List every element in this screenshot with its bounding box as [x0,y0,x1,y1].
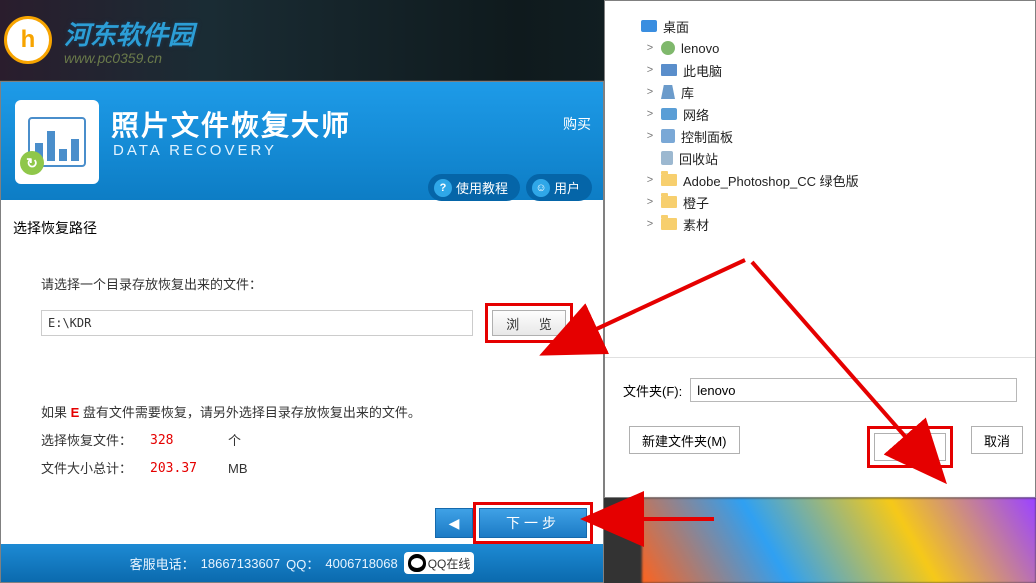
tree-node[interactable]: > 网络 [619,103,1023,125]
pc-icon [661,64,677,76]
back-button[interactable]: ◀ [435,508,473,538]
tutorial-label: 使用教程 [456,178,508,197]
browse-button[interactable]: 浏 览 [492,310,566,336]
tree-label: 素材 [683,215,709,234]
tree-node[interactable]: 桌面 [619,15,1023,37]
qq-number: 4006718068 [325,556,397,571]
tree-label: lenovo [681,41,719,56]
folder-tree[interactable]: 桌面>lenovo>此电脑>库>网络>控制面板回收站>Adobe_Photosh… [605,1,1035,349]
user-icon [661,41,675,55]
tree-label: 此电脑 [683,61,722,80]
path-prompt: 请选择一个目录存放恢复出来的文件： [41,274,591,293]
tree-node[interactable]: > 此电脑 [619,59,1023,81]
expand-icon[interactable]: > [645,130,655,142]
recovery-app-window: ↻ 照片文件恢复大师 DATA RECOVERY 购买 ? 使用教程 ☺ 用户 … [0,81,604,583]
expand-icon[interactable]: > [645,174,655,186]
expand-icon[interactable]: > [645,218,655,230]
browse-highlight: 浏 览 [485,303,573,343]
expand-icon[interactable]: > [645,42,655,54]
files-count-row: 选择恢复文件： 328 个 [41,427,579,455]
app-header: ↻ 照片文件恢复大师 DATA RECOVERY 购买 ? 使用教程 ☺ 用户 [1,82,603,200]
user-icon: ☺ [532,179,550,197]
tree-label: 控制面板 [681,127,733,146]
expand-icon[interactable]: > [645,108,655,120]
logo-icon: h [4,16,52,64]
tree-label: 网络 [683,105,709,124]
qq-online-badge[interactable]: QQ在线 [404,552,475,574]
tree-label: 桌面 [663,17,689,36]
site-name: 河东软件园 [64,15,194,52]
lib-icon [661,85,675,99]
ok-highlight: 确定 [867,426,953,468]
app-subtitle: DATA RECOVERY [113,142,277,159]
site-logo: h 河东软件园 www.pc0359.cn [4,15,194,66]
cancel-button[interactable]: 取消 [971,426,1023,454]
help-icon: ? [434,179,452,197]
new-folder-button[interactable]: 新建文件夹(M) [629,426,740,454]
next-highlight: 下一步 [473,502,593,544]
tree-node[interactable]: > 控制面板 [619,125,1023,147]
status-bar: 客服电话： 18667133607 QQ： 4006718068 QQ在线 [1,544,603,582]
net-icon [661,108,677,120]
site-url: www.pc0359.cn [64,50,194,66]
bin-icon [661,151,673,165]
folder-field-label: 文件夹(F): [623,381,682,400]
app-logo-icon: ↻ [15,100,99,184]
hotline-number: 18667133607 [201,556,281,571]
expand-icon[interactable]: > [645,196,655,208]
tree-node[interactable]: >库 [619,81,1023,103]
buy-link[interactable]: 购买 [563,114,591,134]
user-button[interactable]: ☺ 用户 [526,174,592,201]
folder-icon [661,174,677,186]
expand-icon[interactable]: > [645,64,655,76]
tree-label: 库 [681,83,694,102]
tree-node[interactable]: > 橙子 [619,191,1023,213]
next-button[interactable]: 下一步 [479,508,587,538]
tutorial-button[interactable]: ? 使用教程 [428,174,520,201]
tree-label: 橙子 [683,193,709,212]
tree-node[interactable]: > lenovo [619,37,1023,59]
tree-label: 回收站 [679,149,718,168]
folder-icon [661,218,677,230]
folder-icon [661,196,677,208]
desk-icon [641,20,657,32]
refresh-icon: ↻ [20,151,44,175]
tree-node[interactable]: > Adobe_Photoshop_CC 绿色版 [619,169,1023,191]
user-label: 用户 [554,178,580,197]
tree-label: Adobe_Photoshop_CC 绿色版 [683,171,859,190]
section-title: 选择恢复路径 [13,218,591,238]
cp-icon [661,129,675,143]
warning-text: 如果 E 盘有文件需要恢复，请另外选择目录存放恢复出来的文件。 [41,399,579,427]
background-image [642,498,1036,583]
expand-icon[interactable]: > [645,86,655,98]
tree-node[interactable]: 回收站 [619,147,1023,169]
folder-browser-dialog: 桌面>lenovo>此电脑>库>网络>控制面板回收站>Adobe_Photosh… [604,0,1036,498]
folder-name-input[interactable] [690,378,1017,402]
qq-penguin-icon [408,554,426,572]
app-title: 照片文件恢复大师 [111,104,351,144]
tree-node[interactable]: > 素材 [619,213,1023,235]
total-size-row: 文件大小总计： 203.37 MB [41,455,579,483]
ok-button[interactable]: 确定 [874,433,946,461]
path-input[interactable] [41,310,473,336]
